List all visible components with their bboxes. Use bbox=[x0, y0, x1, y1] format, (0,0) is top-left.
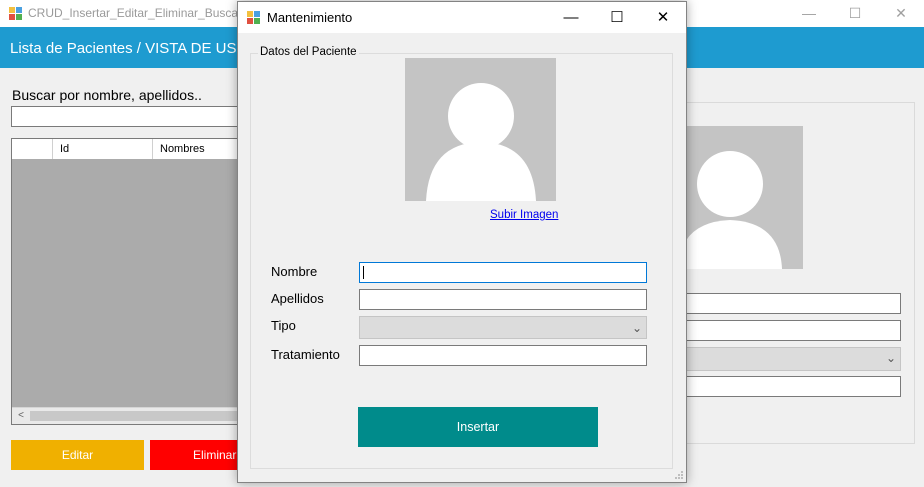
delete-button[interactable]: Eliminar bbox=[150, 440, 250, 470]
avatar-placeholder-icon bbox=[686, 151, 782, 269]
column-header-nombres[interactable]: Nombres bbox=[153, 139, 250, 159]
background-window-title: CRUD_Insertar_Editar_Eliminar_Buscar C bbox=[28, 6, 238, 20]
background-photo bbox=[686, 126, 803, 269]
minimize-icon[interactable]: — bbox=[548, 2, 594, 33]
background-dropdown[interactable]: ⌄ bbox=[686, 347, 901, 371]
tipo-dropdown[interactable]: ⌄ bbox=[359, 316, 647, 339]
edit-button[interactable]: Editar bbox=[11, 440, 144, 470]
background-field[interactable] bbox=[686, 293, 901, 314]
background-field[interactable] bbox=[686, 320, 901, 341]
patient-photo bbox=[405, 58, 556, 201]
upload-image-link[interactable]: Subir Imagen bbox=[490, 209, 558, 221]
apellidos-input[interactable] bbox=[359, 289, 647, 310]
tipo-label: Tipo bbox=[271, 318, 296, 333]
nombre-input[interactable] bbox=[359, 262, 647, 283]
apellidos-label: Apellidos bbox=[271, 291, 324, 306]
page-title: Lista de Pacientes / VISTA DE USU bbox=[10, 40, 238, 57]
close-icon[interactable]: ✕ bbox=[878, 0, 924, 27]
app-icon bbox=[247, 11, 260, 24]
maximize-icon[interactable]: ☐ bbox=[594, 2, 640, 33]
grid-row-header[interactable] bbox=[12, 139, 53, 159]
avatar-placeholder-icon bbox=[426, 83, 536, 201]
column-header-id[interactable]: Id bbox=[53, 139, 153, 159]
scroll-thumb[interactable] bbox=[30, 411, 240, 421]
dialog-title: Mantenimiento bbox=[267, 10, 353, 25]
scroll-left-icon[interactable]: < bbox=[14, 408, 28, 424]
background-field[interactable] bbox=[686, 376, 901, 397]
patients-grid[interactable]: Id Nombres < bbox=[11, 138, 251, 425]
insert-button[interactable]: Insertar bbox=[358, 407, 598, 447]
groupbox-title: Datos del Paciente bbox=[258, 46, 359, 58]
resize-grip-icon[interactable] bbox=[674, 470, 684, 480]
nombre-label: Nombre bbox=[271, 264, 318, 279]
chevron-down-icon: ⌄ bbox=[631, 321, 642, 335]
horizontal-scrollbar[interactable]: < bbox=[12, 407, 250, 424]
maximize-icon[interactable]: ☐ bbox=[832, 0, 878, 27]
text-caret bbox=[363, 266, 364, 279]
app-icon bbox=[9, 7, 22, 20]
tratamiento-label: Tratamiento bbox=[271, 347, 340, 362]
search-label: Buscar por nombre, apellidos.. bbox=[12, 87, 202, 103]
close-icon[interactable]: ✕ bbox=[640, 2, 686, 33]
search-input[interactable] bbox=[11, 106, 251, 127]
maintenance-dialog: Mantenimiento — ☐ ✕ Datos del Paciente S… bbox=[237, 1, 687, 483]
dialog-titlebar: Mantenimiento — ☐ ✕ bbox=[238, 2, 686, 33]
minimize-icon[interactable]: — bbox=[786, 0, 832, 27]
grid-header: Id Nombres bbox=[12, 139, 250, 159]
chevron-down-icon: ⌄ bbox=[885, 351, 896, 365]
tratamiento-input[interactable] bbox=[359, 345, 647, 366]
